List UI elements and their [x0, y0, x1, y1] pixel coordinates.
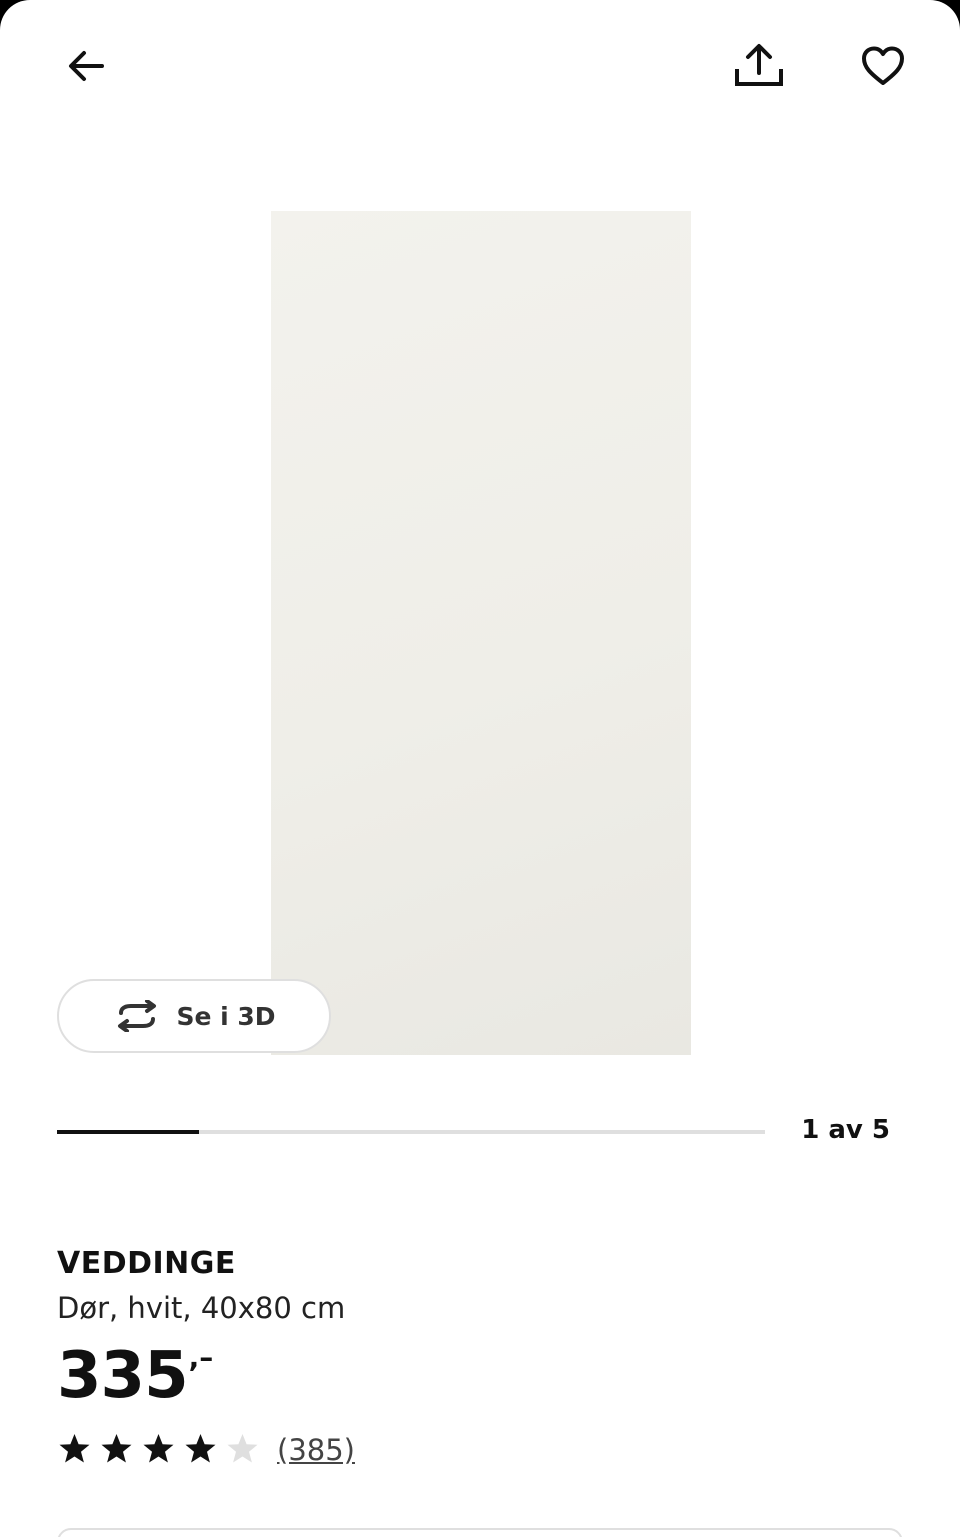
price-suffix: ,–: [188, 1341, 214, 1374]
product-image[interactable]: [271, 211, 691, 1055]
review-count-link[interactable]: (385): [277, 1433, 355, 1467]
star-filled-icon: [141, 1432, 176, 1467]
share-icon: [735, 44, 783, 86]
star-filled-icon: [183, 1432, 218, 1467]
star-filled-icon: [99, 1432, 134, 1467]
back-button[interactable]: [50, 30, 122, 102]
price-amount: 335: [57, 1339, 189, 1413]
product-page: Se i 3D 1 av 5 VEDDINGE Dør, hvit, 40x80…: [0, 0, 960, 1537]
favorite-button[interactable]: [847, 30, 919, 102]
star-filled-icon: [57, 1432, 92, 1467]
product-rating[interactable]: (385): [57, 1432, 355, 1467]
rotate-3d-icon: [118, 1000, 157, 1032]
gallery-progress-bar: [57, 1130, 765, 1134]
product-price: 335 ,–: [57, 1338, 213, 1414]
heart-outline-icon: [862, 46, 904, 85]
gallery-counter: 1 av 5: [801, 1115, 890, 1145]
view-3d-button[interactable]: Se i 3D: [57, 979, 331, 1053]
product-description: Dør, hvit, 40x80 cm: [57, 1291, 346, 1325]
gallery-progress-fill: [57, 1130, 199, 1134]
share-button[interactable]: [723, 30, 795, 102]
star-empty-icon: [225, 1432, 260, 1467]
arrow-left-icon: [69, 51, 104, 81]
product-name: VEDDINGE: [57, 1246, 236, 1281]
bottom-card: [57, 1528, 903, 1537]
view-3d-label: Se i 3D: [176, 1001, 276, 1031]
